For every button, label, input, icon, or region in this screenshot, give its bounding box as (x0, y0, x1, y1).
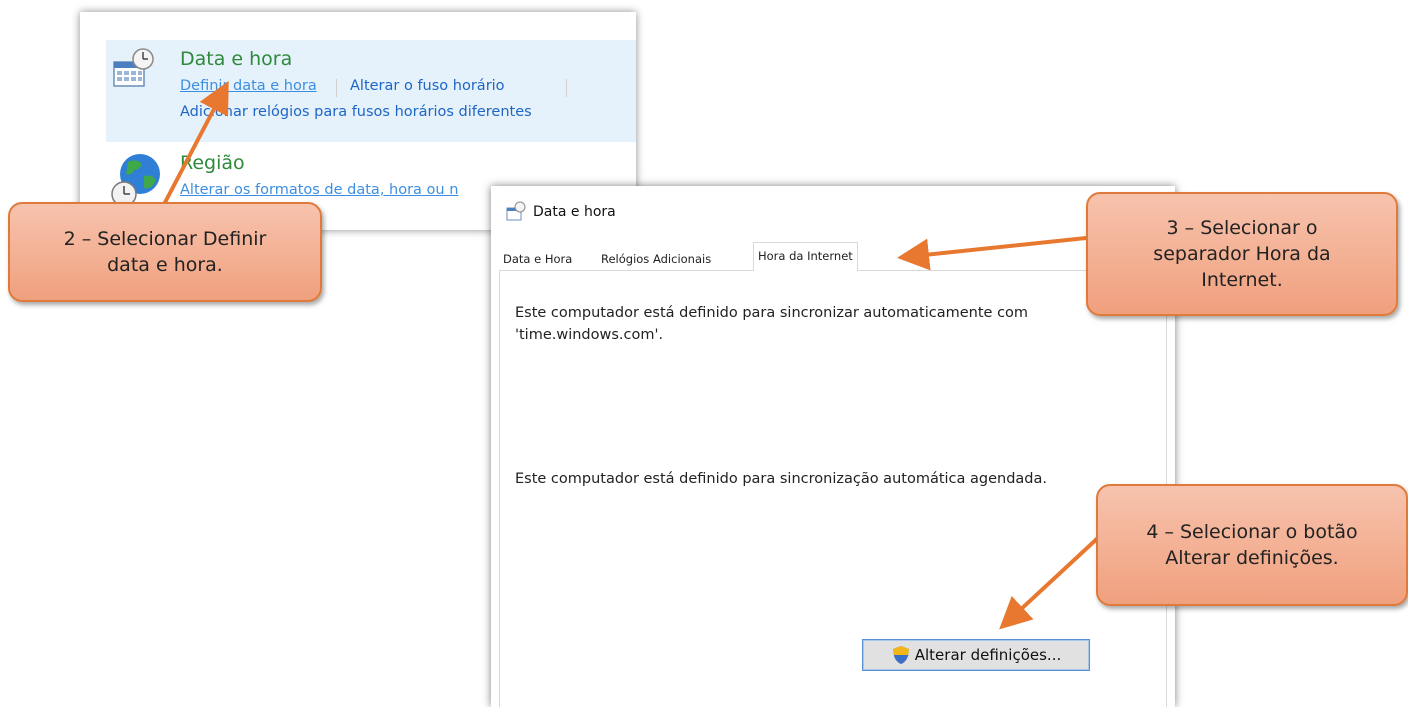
uac-shield-icon (892, 646, 909, 664)
callout-step4-text: 4 – Selecionar o botão Alterar definiçõe… (1146, 521, 1358, 569)
change-timezone-link[interactable]: Alterar o fuso horário (350, 78, 505, 94)
region-title[interactable]: Região (180, 152, 245, 174)
callout-step2: 2 – Selecionar Definir data e hora. (8, 202, 322, 302)
set-date-time-link[interactable]: Definir data e hora (180, 78, 317, 94)
tab-date-time[interactable]: Data e Hora (499, 248, 576, 270)
date-time-dialog: Data e hora Data e Hora Relógios Adicion… (491, 186, 1175, 707)
calendar-clock-icon (113, 48, 154, 87)
callout-step2-text: 2 – Selecionar Definir data e hora. (63, 228, 267, 276)
tab-additional-clocks[interactable]: Relógios Adicionais (597, 248, 715, 270)
callout-step3: 3 – Selecionar o separador Hora da Inter… (1086, 192, 1398, 316)
tab-internet-time[interactable]: Hora da Internet (753, 242, 858, 271)
change-formats-link[interactable]: Alterar os formatos de data, hora ou n (180, 182, 458, 198)
date-time-window-icon (506, 201, 526, 221)
scheduled-sync-text: Este computador está definido para sincr… (515, 471, 1047, 487)
add-clocks-link[interactable]: Adicionar relógios para fusos horários d… (180, 104, 532, 120)
date-time-title[interactable]: Data e hora (180, 48, 292, 70)
panel-border-left (499, 270, 500, 707)
link-separator (566, 79, 567, 97)
callout-step3-text: 3 – Selecionar o separador Hora da Inter… (1153, 217, 1331, 291)
sync-status-text: Este computador está definido para sincr… (515, 305, 1029, 343)
dialog-title: Data e hora (533, 204, 616, 220)
change-settings-button[interactable]: Alterar definições... (862, 639, 1090, 671)
globe-clock-icon (111, 154, 160, 207)
change-settings-label: Alterar definições... (914, 646, 1062, 664)
link-separator (336, 79, 337, 97)
callout-step4: 4 – Selecionar o botão Alterar definiçõe… (1096, 484, 1408, 606)
